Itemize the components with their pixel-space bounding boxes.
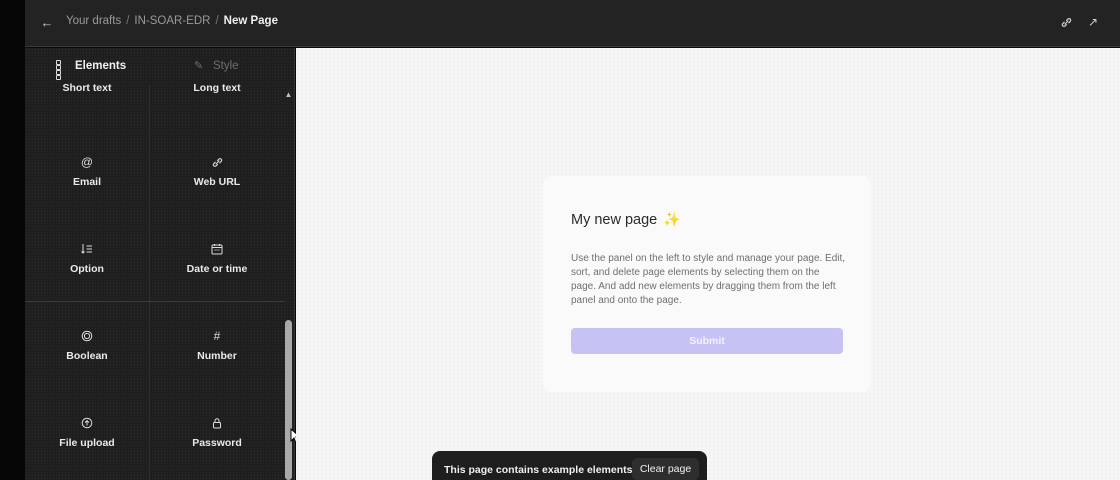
page-description[interactable]: Use the panel on the left to style and m… — [571, 252, 846, 308]
example-elements-toast: This page contains example elements Clea… — [432, 451, 707, 480]
at-icon: @ — [80, 155, 94, 169]
element-web-url[interactable]: Web URL — [155, 154, 279, 234]
grid-icon — [56, 60, 68, 80]
tab-style[interactable]: ✎ Style — [194, 60, 239, 72]
element-email[interactable]: @ Email — [25, 154, 149, 234]
external-link-icon[interactable]: ↗ — [1083, 12, 1103, 32]
list-icon — [81, 241, 93, 257]
element-label: Long text — [193, 82, 241, 94]
breadcrumb-separator: / — [215, 15, 219, 27]
elements-panel: Elements ✎ Style Short text Long text @ … — [25, 48, 295, 480]
tab-elements-label: Elements — [75, 60, 127, 72]
scrollbar-thumb[interactable] — [285, 320, 292, 480]
element-label: Boolean — [66, 350, 108, 362]
upload-icon — [81, 415, 93, 431]
column-divider — [149, 86, 150, 480]
elements-grid: Short text Long text @ Email Web URL Opt… — [25, 82, 285, 480]
element-label: Web URL — [193, 176, 241, 188]
breadcrumb-separator: / — [126, 15, 130, 27]
element-label: Number — [197, 350, 237, 362]
element-date-or-time[interactable]: Date or time — [155, 241, 279, 321]
arrow-left-icon[interactable]: ← — [37, 12, 57, 32]
form-card: My new page ✨ Use the panel on the left … — [543, 176, 871, 392]
element-label: Email — [72, 176, 101, 188]
tab-style-label: Style — [213, 60, 239, 72]
element-password[interactable]: Password — [155, 415, 279, 480]
tab-elements[interactable]: Elements — [56, 60, 127, 80]
element-label: Option — [70, 263, 104, 275]
element-number[interactable]: # Number — [155, 328, 279, 408]
submit-button[interactable]: Submit — [571, 328, 843, 354]
clear-page-button[interactable]: Clear page — [632, 458, 699, 480]
page-canvas: My new page ✨ Use the panel on the left … — [296, 48, 1120, 480]
window-edge — [0, 0, 25, 480]
link-icon — [212, 154, 223, 170]
breadcrumb-your-drafts[interactable]: Your drafts — [66, 15, 121, 27]
element-label: Short text — [62, 82, 112, 94]
top-bar: ← Your drafts / IN-SOAR-EDR / New Page ↗ — [25, 0, 1120, 47]
lock-icon — [211, 415, 223, 431]
element-long-text[interactable]: Long text — [155, 76, 279, 156]
scroll-up-icon[interactable]: ▲ — [284, 90, 293, 99]
breadcrumb-project[interactable]: IN-SOAR-EDR — [134, 15, 210, 27]
element-short-text[interactable]: Short text — [25, 76, 149, 156]
element-label: File upload — [59, 437, 115, 449]
toggle-circle-icon — [81, 328, 93, 344]
breadcrumb-current-page: New Page — [223, 15, 278, 27]
breadcrumb: Your drafts / IN-SOAR-EDR / New Page — [66, 15, 278, 27]
calendar-icon — [211, 241, 223, 257]
element-label: Date or time — [186, 263, 248, 275]
sparkle-icon: ✨ — [663, 211, 681, 227]
element-file-upload[interactable]: File upload — [25, 415, 149, 480]
brush-icon: ✎ — [194, 60, 204, 72]
panel-scrollbar[interactable]: ▲ — [284, 88, 293, 480]
page-title[interactable]: My new page ✨ — [571, 211, 681, 228]
element-boolean[interactable]: Boolean — [25, 328, 149, 408]
link-icon[interactable] — [1056, 12, 1076, 32]
element-option[interactable]: Option — [25, 241, 149, 321]
element-label: Password — [192, 437, 242, 449]
page-title-text: My new page — [571, 211, 658, 228]
hash-icon: # — [213, 329, 221, 343]
toast-message: This page contains example elements — [444, 464, 633, 476]
